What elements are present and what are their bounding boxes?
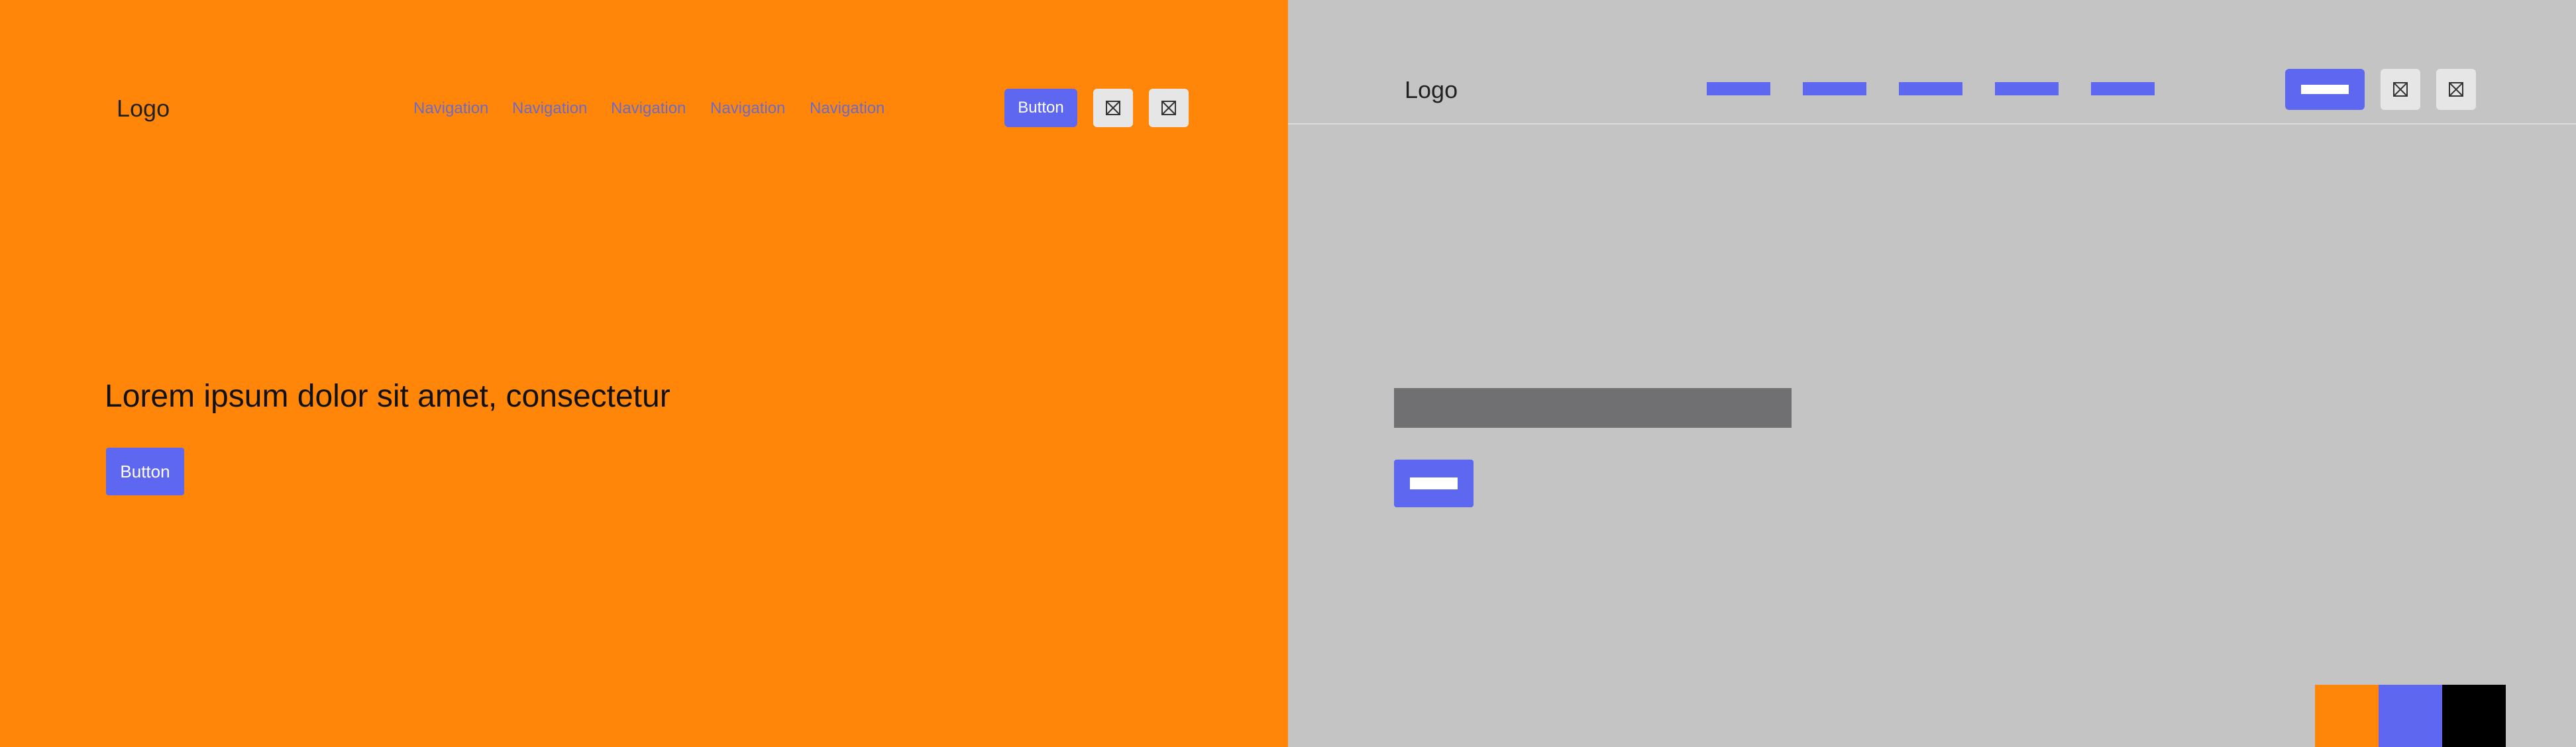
skeleton-icon-button-2[interactable] bbox=[2436, 69, 2476, 110]
image-placeholder-icon bbox=[2393, 82, 2408, 97]
icon-button-2[interactable] bbox=[1149, 89, 1189, 127]
skeleton-hero-button[interactable] bbox=[1394, 460, 1474, 507]
header-button[interactable]: Button bbox=[1004, 89, 1077, 127]
image-placeholder-icon bbox=[1106, 101, 1120, 115]
nav-link-5[interactable]: Navigation bbox=[810, 99, 885, 118]
color-swatch-orange bbox=[2315, 685, 2379, 747]
nav-link-1[interactable]: Navigation bbox=[413, 99, 488, 118]
skeleton-logo[interactable]: Logo bbox=[1405, 75, 1458, 105]
skeleton-nav-5[interactable] bbox=[2091, 82, 2155, 95]
hero-title-placeholder bbox=[1394, 388, 1792, 428]
button-label-placeholder bbox=[2301, 85, 2349, 94]
nav-link-4[interactable]: Navigation bbox=[710, 99, 785, 118]
skeleton-nav-3[interactable] bbox=[1899, 82, 1962, 95]
icon-button-1[interactable] bbox=[1093, 89, 1133, 127]
skeleton-icon-button-1[interactable] bbox=[2381, 69, 2420, 110]
hero-button[interactable]: Button bbox=[106, 448, 184, 495]
image-placeholder-icon bbox=[2449, 82, 2463, 97]
hero-title: Lorem ipsum dolor sit amet, consectetur bbox=[105, 379, 671, 414]
skeleton-header-button[interactable] bbox=[2285, 69, 2365, 110]
color-swatch-blue bbox=[2379, 685, 2442, 747]
skeleton-nav-4[interactable] bbox=[1995, 82, 2059, 95]
logo[interactable]: Logo bbox=[117, 94, 170, 123]
nav-link-3[interactable]: Navigation bbox=[611, 99, 686, 118]
color-swatch-black bbox=[2442, 685, 2506, 747]
skeleton-panel: Logo bbox=[1288, 0, 2576, 747]
button-label-placeholder bbox=[1410, 477, 1458, 489]
nav-link-2[interactable]: Navigation bbox=[512, 99, 587, 118]
rendered-mockup-panel: Logo Navigation Navigation Navigation Na… bbox=[0, 0, 1288, 747]
skeleton-nav-1[interactable] bbox=[1707, 82, 1770, 95]
image-placeholder-icon bbox=[1161, 101, 1176, 115]
header-divider bbox=[1288, 123, 2576, 124]
skeleton-nav-2[interactable] bbox=[1803, 82, 1866, 95]
